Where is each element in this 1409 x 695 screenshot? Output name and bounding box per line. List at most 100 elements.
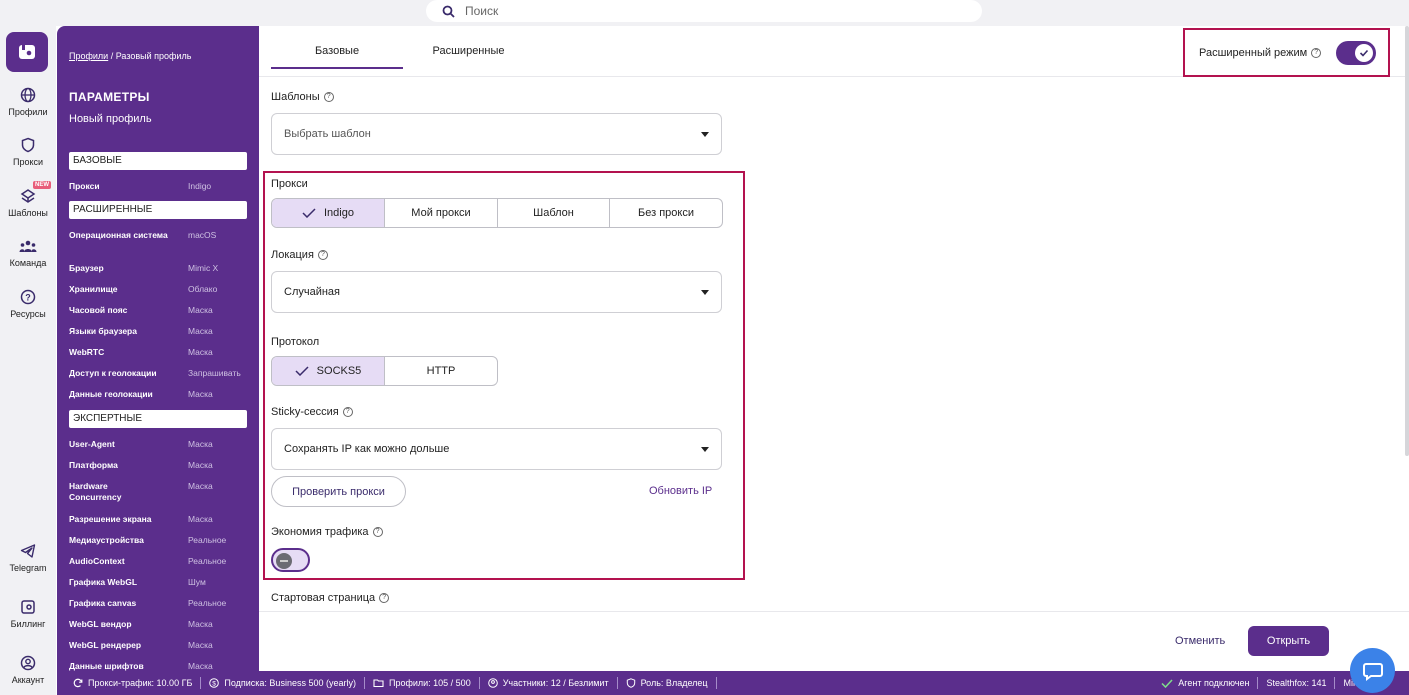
section-expert[interactable]: ЭКСПЕРТНЫЕ	[69, 410, 247, 428]
help-icon[interactable]: ?	[317, 250, 328, 261]
sidebar-item-label: Hardware Concurrency	[69, 481, 122, 502]
protocol-option-label: HTTP	[426, 365, 456, 377]
dollar-icon: $	[209, 678, 220, 688]
breadcrumb: Профили / Разовый профиль	[69, 51, 191, 61]
advanced-mode-toggle[interactable]	[1336, 41, 1376, 65]
nav-resources-label: Ресурсы	[10, 309, 46, 319]
nav-profiles-label: Профили	[8, 107, 48, 117]
sidebar-item-label: Медиаустройства	[69, 535, 144, 545]
sidebar-item-value: Маска	[188, 661, 213, 671]
nav-team[interactable]: Команда	[0, 238, 56, 268]
app-logo[interactable]	[6, 32, 48, 72]
sidebar-item-label: WebRTC	[69, 347, 105, 357]
protocol-option-socks5[interactable]: SOCKS5	[272, 357, 385, 385]
open-button[interactable]: Открыть	[1248, 626, 1329, 656]
caret-down-icon	[701, 290, 709, 295]
proxy-option-label: Мой прокси	[411, 207, 471, 219]
main-panel: Базовые Расширенные Расширенный режим ? …	[259, 26, 1409, 671]
cancel-button[interactable]: Отменить	[1175, 635, 1225, 647]
search-placeholder: Поиск	[465, 4, 499, 18]
support-chat-button[interactable]	[1350, 648, 1395, 693]
sidebar-item-value: Mimic X	[188, 263, 219, 273]
status-members: Участники: 12 / Безлимит	[480, 677, 618, 689]
check-icon	[302, 208, 316, 218]
caret-down-icon	[701, 132, 709, 137]
status-proxy-traffic-text: Прокси-трафик: 10.00 ГБ	[88, 678, 193, 688]
protocol-option-http[interactable]: HTTP	[385, 357, 497, 385]
settings-sidebar: Профили / Разовый профиль ПАРАМЕТРЫ Новы…	[57, 26, 259, 671]
sidebar-item-label: Платформа	[69, 460, 118, 470]
nav-account[interactable]: Аккаунт	[0, 655, 56, 685]
location-label-row: Локация?	[271, 249, 328, 261]
check-icon	[295, 366, 309, 376]
sticky-session-select[interactable]: Сохранять IP как можно дольше	[271, 428, 722, 470]
nav-telegram[interactable]: Telegram	[0, 543, 56, 573]
sidebar-item-value: Маска	[188, 640, 213, 650]
sidebar-item-value: Маска	[188, 389, 213, 399]
sidebar-item-label: Операционная система	[69, 230, 168, 240]
status-profiles-text: Профили: 105 / 500	[388, 678, 471, 688]
refresh-ip-button[interactable]: Обновить IP	[649, 485, 712, 497]
sidebar-item-value: Маска	[188, 619, 213, 629]
nav-resources[interactable]: ? Ресурсы	[0, 289, 56, 319]
advanced-mode-box: Расширенный режим ?	[1183, 28, 1390, 77]
nav-proxies-label: Прокси	[12, 157, 44, 167]
svg-text:$: $	[213, 681, 217, 688]
status-profiles: Профили: 105 / 500	[365, 677, 480, 689]
help-icon[interactable]: ?	[323, 92, 334, 103]
check-proxy-button[interactable]: Проверить прокси	[271, 476, 406, 507]
help-circle-icon: ?	[20, 289, 36, 305]
section-advanced[interactable]: РАСШИРЕННЫЕ	[69, 201, 247, 219]
traffic-saving-label-row: Экономия трафика?	[271, 526, 383, 538]
advanced-mode-label: Расширенный режим	[1199, 46, 1308, 59]
sticky-label-row: Sticky-сессия?	[271, 406, 353, 418]
sticky-value: Сохранять IP как можно дольше	[284, 443, 450, 455]
sidebar-item-label: Доступ к геолокации	[69, 368, 157, 378]
breadcrumb-profiles-link[interactable]: Профили	[69, 51, 108, 61]
protocol-selector: SOCKS5 HTTP	[271, 356, 498, 386]
nav-profiles[interactable]: Профили	[0, 87, 56, 117]
section-basic[interactable]: БАЗОВЫЕ	[69, 152, 247, 170]
sidebar-item-value: Маска	[188, 347, 213, 357]
proxy-option-none[interactable]: Без прокси	[610, 199, 722, 227]
proxy-option-indigo[interactable]: Indigo	[272, 199, 385, 227]
help-icon[interactable]: ?	[342, 407, 353, 418]
nav-templates[interactable]: NEW Шаблоны	[0, 181, 56, 218]
sidebar-item-value: Облако	[188, 284, 218, 294]
help-icon[interactable]: ?	[379, 593, 390, 604]
shield-icon	[626, 678, 635, 688]
tab-advanced[interactable]: Расширенные	[411, 26, 526, 69]
proxy-option-label: Indigo	[324, 207, 354, 219]
nav-templates-label: Шаблоны	[8, 208, 48, 218]
status-agent: Агент подключен	[1153, 677, 1259, 689]
sidebar-item-value: Реальное	[188, 535, 227, 545]
location-select[interactable]: Случайная	[271, 271, 722, 313]
templates-placeholder: Выбрать шаблон	[284, 128, 371, 140]
scrollbar[interactable]	[1405, 26, 1409, 456]
sidebar-item-value: Шум	[188, 577, 206, 587]
sidebar-item-label: Языки браузера	[69, 326, 137, 336]
status-role: Роль: Владелец	[618, 677, 717, 689]
status-bar: Прокси-трафик: 10.00 ГБ $ Подписка: Busi…	[57, 671, 1409, 695]
sidebar-item-label: Хранилище	[69, 284, 118, 294]
sidebar-item-label: Часовой пояс	[69, 305, 128, 315]
location-value: Случайная	[284, 286, 341, 298]
proxy-option-my-proxy[interactable]: Мой прокси	[385, 199, 498, 227]
tab-basic[interactable]: Базовые	[271, 26, 403, 69]
help-icon[interactable]: ?	[372, 527, 383, 538]
nav-proxies[interactable]: Прокси	[0, 137, 56, 167]
nav-team-label: Команда	[9, 258, 47, 268]
templates-select[interactable]: Выбрать шаблон	[271, 113, 722, 155]
sidebar-item-label: WebGL вендор	[69, 619, 132, 629]
sidebar-item-value: Реальное	[188, 598, 227, 608]
proxy-option-template[interactable]: Шаблон	[498, 199, 610, 227]
traffic-saving-toggle[interactable]	[271, 548, 310, 572]
team-icon	[19, 240, 37, 252]
traffic-saving-label: Экономия трафика	[271, 526, 369, 538]
sidebar-item-label: Браузер	[69, 263, 104, 273]
sidebar-item-label: Разрешение экрана	[69, 514, 152, 524]
globe-icon	[20, 87, 36, 103]
help-icon[interactable]: ?	[1311, 47, 1322, 58]
nav-billing[interactable]: Биллинг	[0, 599, 56, 629]
search-input[interactable]: Поиск	[426, 0, 982, 22]
